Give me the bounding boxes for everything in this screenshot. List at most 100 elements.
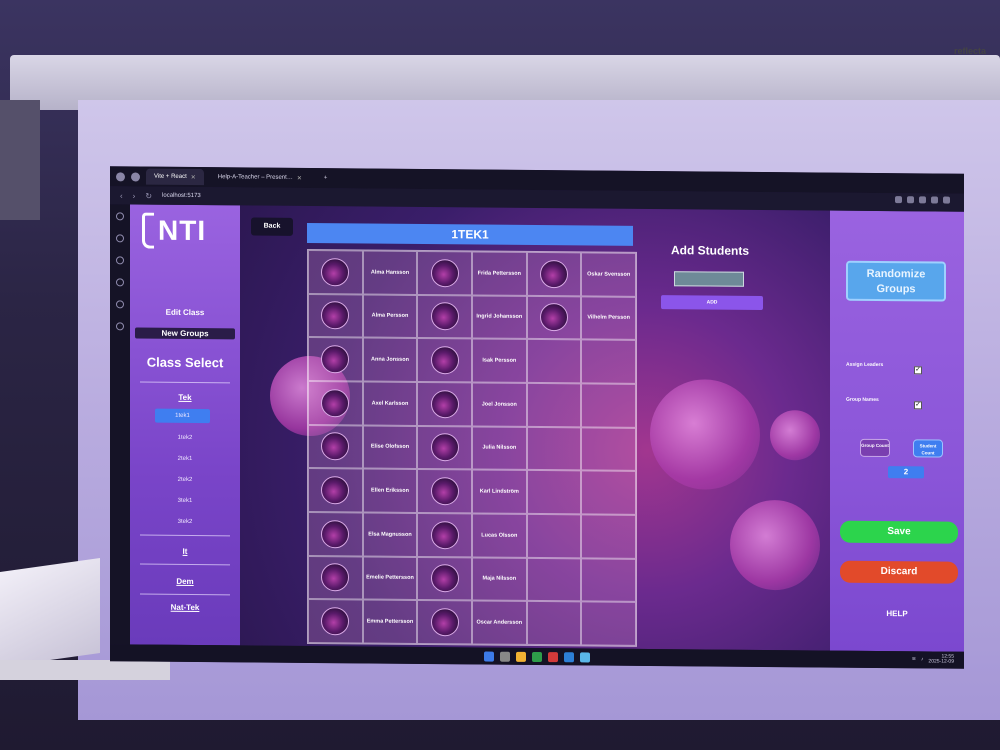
discard-button[interactable]: Discard: [840, 560, 958, 584]
divider: [140, 381, 230, 384]
logo-text: NTI: [158, 214, 207, 247]
volume-icon[interactable]: ♪: [921, 656, 924, 662]
student-avatar-cell: [308, 512, 363, 557]
reload-icon[interactable]: ↻: [145, 191, 152, 200]
class-item-2tek2[interactable]: 2tek2: [130, 476, 240, 483]
class-item-3tek2[interactable]: 3tek2: [130, 518, 240, 525]
add-student-button[interactable]: ADD: [661, 295, 763, 310]
extension-icon[interactable]: [895, 196, 902, 204]
save-button[interactable]: Save: [840, 520, 958, 544]
student-name-cell[interactable]: Isak Persson: [472, 338, 527, 383]
clock-icon[interactable]: [116, 278, 124, 287]
avatar: [321, 432, 350, 461]
assign-leaders-checkbox[interactable]: ✓: [914, 366, 922, 375]
wifi-icon[interactable]: ≋: [912, 656, 916, 662]
student-avatar-cell: [526, 339, 582, 384]
student-name-cell[interactable]: Oscar Andersson: [472, 600, 527, 645]
menu-icon[interactable]: [943, 196, 950, 204]
class-item-1tek2[interactable]: 1tek2: [130, 434, 240, 441]
nti-logo[interactable]: NTI: [142, 212, 207, 250]
apps-icon[interactable]: [116, 256, 124, 265]
wall-speaker: [0, 100, 40, 220]
url-field[interactable]: localhost:5173: [162, 193, 201, 199]
class-item-1tek1[interactable]: 1tek1: [155, 408, 210, 424]
avatar: [430, 520, 459, 550]
randomize-groups-button[interactable]: Randomize Groups: [846, 260, 946, 302]
tab-close-icon[interactable]: ✕: [191, 173, 196, 180]
download-icon[interactable]: [931, 196, 938, 204]
assign-leaders-label: Assign Leaders: [846, 361, 884, 369]
background-blob: [730, 499, 820, 591]
student-name-cell[interactable]: Maja Nilsson: [472, 557, 527, 602]
student-name-cell[interactable]: Ellen Eriksson: [362, 468, 418, 513]
class-item-2tek1[interactable]: 2tek1: [130, 455, 240, 462]
background-blob: [770, 410, 820, 461]
laptop: [0, 557, 100, 668]
history-icon[interactable]: [116, 212, 124, 221]
student-name-cell[interactable]: Karl Lindström: [472, 469, 527, 514]
student-name-cell[interactable]: Lucas Olsson: [472, 513, 527, 558]
tab-close-icon[interactable]: ✕: [297, 174, 302, 181]
browser-profile-icon[interactable]: [116, 171, 125, 181]
student-name-cell[interactable]: Oskar Svensson: [581, 252, 636, 297]
start-menu-icon[interactable]: [484, 651, 494, 662]
back-button[interactable]: Back: [251, 217, 293, 236]
group-title-dem[interactable]: Dem: [130, 576, 240, 586]
vscode-icon[interactable]: [564, 651, 574, 662]
student-name-cell[interactable]: Frida Pettersson: [472, 251, 527, 296]
new-tab-button[interactable]: +: [316, 170, 336, 186]
file-explorer-icon[interactable]: [516, 651, 526, 662]
student-name-cell[interactable]: Vilhelm Persson: [581, 296, 636, 341]
package-icon[interactable]: [116, 300, 124, 309]
projected-app: Vite + React ✕ Help-A-Teacher – Present……: [110, 166, 964, 669]
student-avatar-cell: [417, 381, 472, 427]
count-input[interactable]: 2: [888, 466, 924, 479]
browser-tab-active[interactable]: Vite + React ✕: [146, 168, 204, 186]
right-panel: Randomize Groups Assign Leaders ✓ Group …: [830, 210, 964, 652]
app-taskbar-icon[interactable]: [548, 651, 558, 662]
shield-icon[interactable]: [919, 196, 926, 204]
student-count-toggle[interactable]: Student Count: [913, 439, 943, 458]
student-name-cell[interactable]: Alma Persson: [362, 294, 418, 339]
student-name-cell[interactable]: Elsa Magnusson: [362, 512, 418, 557]
student-avatar-cell: [526, 513, 582, 559]
help-link[interactable]: HELP: [830, 609, 964, 619]
bookmarks-icon[interactable]: [116, 234, 124, 243]
group-title-it[interactable]: It: [130, 546, 240, 556]
browser-workspace-icon[interactable]: [131, 171, 140, 182]
avatar: [430, 389, 459, 419]
group-title-nat-tek[interactable]: Nat-Tek: [130, 602, 240, 612]
group-title-tek[interactable]: Tek: [130, 392, 240, 402]
new-groups-button[interactable]: New Groups: [135, 327, 235, 340]
avatar: [321, 388, 350, 418]
student-name-cell[interactable]: Anna Jonsson: [362, 337, 418, 382]
student-name-cell[interactable]: Emelie Pettersson: [362, 556, 418, 601]
student-name-cell: [581, 470, 636, 515]
edit-class-link[interactable]: Edit Class: [130, 307, 240, 317]
student-name-cell[interactable]: Axel Karlsson: [362, 381, 418, 426]
app-taskbar-icon[interactable]: [580, 651, 590, 662]
add-student-input[interactable]: [674, 271, 744, 287]
student-name-cell[interactable]: Elise Olofsson: [362, 425, 418, 470]
student-name-cell[interactable]: Julia Nilsson: [472, 426, 527, 471]
group-names-checkbox[interactable]: ✓: [914, 401, 922, 410]
student-name-cell[interactable]: Alma Hansson: [362, 250, 418, 295]
group-count-toggle[interactable]: Group Count: [860, 438, 890, 458]
back-arrow-icon[interactable]: ‹: [120, 191, 123, 200]
forward-arrow-icon[interactable]: ›: [133, 191, 136, 200]
search-icon[interactable]: [500, 651, 510, 662]
avatar: [430, 258, 459, 288]
extension-icon[interactable]: [907, 196, 914, 204]
class-item-3tek1[interactable]: 3tek1: [130, 497, 240, 504]
student-name-cell[interactable]: Ingrid Johansson: [472, 295, 527, 340]
browser-tab[interactable]: Help-A-Teacher – Present… ✕: [210, 169, 310, 186]
browser-taskbar-icon[interactable]: [532, 651, 542, 662]
settings-icon[interactable]: [116, 322, 124, 331]
student-avatar-cell: [308, 424, 363, 469]
student-name-cell[interactable]: Emma Pettersson: [362, 599, 418, 644]
avatar: [430, 346, 459, 375]
clock[interactable]: 12:55 2025-12-09: [928, 654, 954, 665]
student-avatar-cell: [526, 382, 582, 428]
student-name-cell[interactable]: Joel Jonsson: [472, 382, 527, 427]
clock-date: 2025-12-09: [928, 658, 954, 665]
